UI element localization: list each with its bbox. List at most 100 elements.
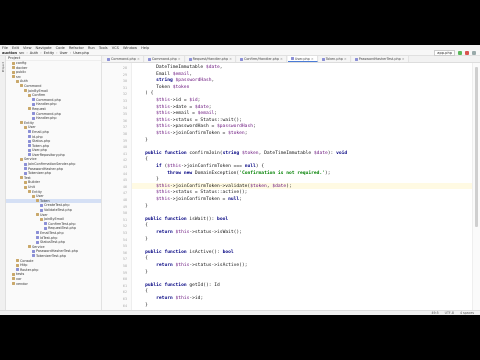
code-line[interactable]: DateTimeImmutable $date, bbox=[134, 65, 222, 71]
code-line[interactable]: $this->id = $id; bbox=[134, 98, 200, 104]
run-config-select[interactable]: app.php bbox=[434, 49, 455, 56]
search-icon[interactable] bbox=[472, 50, 476, 55]
menu-item-code[interactable]: Code bbox=[56, 46, 65, 50]
menu-item-run[interactable]: Run bbox=[88, 46, 95, 50]
code-line[interactable]: public function confirmJoin(string $toke… bbox=[134, 151, 347, 157]
code-line[interactable]: $this->status = Status::active(); bbox=[134, 190, 247, 196]
menu-item-vcs[interactable]: VCS bbox=[112, 46, 119, 50]
close-icon[interactable]: × bbox=[137, 57, 140, 61]
run-icon[interactable] bbox=[458, 50, 462, 55]
line-number: 58 bbox=[122, 264, 127, 268]
code-line[interactable]: return $this->id; bbox=[134, 296, 203, 302]
code-line[interactable]: } bbox=[134, 204, 148, 210]
editor-tab[interactable]: Command.php × bbox=[144, 56, 185, 62]
caret-position[interactable]: 49:5 bbox=[431, 311, 438, 315]
editor-tab-label: Command.php bbox=[111, 57, 136, 61]
tree-item-label: src bbox=[16, 74, 21, 79]
menu-item-view[interactable]: View bbox=[23, 46, 32, 50]
scrollbar-thumb[interactable] bbox=[475, 67, 478, 227]
file-encoding[interactable]: UTF-8 bbox=[445, 311, 454, 315]
code-editor[interactable]: DateTimeImmutable $date, Email $email, s… bbox=[132, 63, 472, 315]
folder-icon bbox=[12, 272, 15, 276]
editor-tab[interactable]: PasswordHasherTest.php × bbox=[351, 56, 409, 62]
php-file-icon bbox=[44, 226, 47, 230]
menu-item-window[interactable]: Window bbox=[123, 46, 137, 50]
menu-item-tools[interactable]: Tools bbox=[99, 46, 108, 50]
code-line[interactable]: return $this->status->isActive(); bbox=[134, 263, 247, 269]
project-tool-button[interactable]: Project bbox=[1, 62, 5, 72]
line-number-gutter: 28 29 30 31 32 33 34 35 36 37 38 39 40 41 42 43 44 45 46 47… bbox=[102, 63, 132, 315]
debug-icon[interactable] bbox=[465, 50, 469, 55]
close-icon[interactable]: × bbox=[280, 57, 283, 61]
tree-item-label: Command.php bbox=[36, 97, 61, 102]
code-line[interactable]: $this->passwordHash = $passwordHash; bbox=[134, 124, 256, 130]
code-line[interactable]: $this->joinConfirmToken = $token; bbox=[134, 131, 247, 137]
php-file-icon bbox=[28, 153, 31, 157]
tree-item-label: Handler.php bbox=[36, 102, 57, 107]
code-line[interactable]: { bbox=[134, 223, 148, 229]
tree-item-label: Email.php bbox=[32, 129, 49, 134]
close-icon[interactable]: × bbox=[402, 57, 405, 61]
code-line[interactable]: Email $email, bbox=[134, 72, 192, 78]
code-line[interactable]: { bbox=[134, 289, 148, 295]
code-line[interactable]: public function isActive(): bool bbox=[134, 250, 234, 256]
code-line[interactable]: public function isWait(): bool bbox=[134, 217, 228, 223]
breadcrumb-item[interactable]: User.php bbox=[73, 51, 89, 55]
close-icon[interactable]: × bbox=[344, 57, 347, 61]
tree-item-label: Router.php bbox=[20, 267, 39, 272]
breadcrumb-item[interactable]: User bbox=[60, 51, 68, 55]
line-number: 59 bbox=[122, 270, 127, 275]
code-line[interactable]: return $this->status->isWait(); bbox=[134, 230, 242, 236]
editor-tab[interactable]: Command.php × bbox=[104, 56, 144, 62]
close-icon[interactable]: × bbox=[311, 57, 314, 61]
code-line[interactable]: } bbox=[134, 303, 148, 309]
editor-scrollbar[interactable] bbox=[472, 63, 480, 315]
code-line[interactable]: if ($this->joinConfirmToken === null) { bbox=[134, 164, 264, 170]
menu-item-refactor[interactable]: Refactor bbox=[69, 46, 84, 50]
menu-item-file[interactable]: File bbox=[2, 46, 8, 50]
editor-tab[interactable]: Request/Handler.php × bbox=[185, 56, 236, 62]
project-name[interactable]: auction bbox=[2, 51, 17, 55]
code-line[interactable]: Token $token bbox=[134, 85, 189, 91]
folder-icon bbox=[24, 89, 27, 93]
code-line[interactable]: string $passwordHash, bbox=[134, 78, 214, 84]
menu-item-navigate[interactable]: Navigate bbox=[36, 46, 52, 50]
editor-tab[interactable]: Token.php × bbox=[318, 56, 351, 62]
folder-icon bbox=[24, 125, 27, 129]
menu-item-help[interactable]: Help bbox=[141, 46, 149, 50]
line-number: 36 bbox=[122, 118, 127, 123]
ide-window: File Edit View Navigate Code Refactor Run Tools… bbox=[0, 45, 480, 315]
code-line[interactable]: } bbox=[134, 138, 148, 144]
editor-tab[interactable]: User.php × bbox=[287, 56, 318, 62]
folder-icon bbox=[12, 66, 15, 70]
code-line[interactable]: ) { bbox=[134, 91, 153, 97]
line-number: 40 bbox=[122, 145, 127, 150]
code-line[interactable]: $this->joinConfirmToken = null; bbox=[134, 197, 242, 203]
code-line[interactable]: public function getId(): Id bbox=[134, 283, 220, 289]
php-file-icon bbox=[24, 171, 27, 175]
code-line[interactable]: $this->status = Status::wait(); bbox=[134, 118, 242, 124]
breadcrumb-item[interactable]: Entity bbox=[44, 51, 55, 55]
code-line[interactable]: { bbox=[134, 256, 148, 262]
code-line[interactable]: $this->date = $date; bbox=[134, 105, 211, 111]
breadcrumb-item[interactable]: src bbox=[19, 51, 24, 55]
folder-icon bbox=[28, 93, 31, 97]
code-line[interactable]: $this->email = $email; bbox=[134, 111, 217, 117]
editor-tab[interactable]: Confirm/Handler.php × bbox=[236, 56, 287, 62]
code-line[interactable]: } bbox=[134, 270, 148, 276]
close-icon[interactable]: × bbox=[229, 57, 232, 61]
indent-setting[interactable]: 4 spaces bbox=[460, 311, 474, 315]
tree-item-label: Handler.php bbox=[36, 116, 57, 121]
code-line[interactable]: { bbox=[134, 157, 148, 163]
menu-item-edit[interactable]: Edit bbox=[12, 46, 19, 50]
close-icon[interactable]: × bbox=[178, 57, 181, 61]
code-line[interactable]: } bbox=[134, 177, 159, 183]
code-line[interactable]: throw new DomainException('Confirmation … bbox=[134, 171, 330, 177]
breadcrumb-item[interactable]: Auth bbox=[30, 51, 38, 55]
tree-folder[interactable]: vendor bbox=[6, 282, 101, 287]
breadcrumb-separator-icon: › bbox=[40, 50, 42, 55]
folder-icon bbox=[36, 213, 39, 217]
code-line[interactable]: } bbox=[134, 237, 148, 243]
code-line[interactable]: $this->joinConfirmToken->validate($token… bbox=[134, 184, 292, 190]
breadcrumb-separator-icon: › bbox=[56, 50, 58, 55]
